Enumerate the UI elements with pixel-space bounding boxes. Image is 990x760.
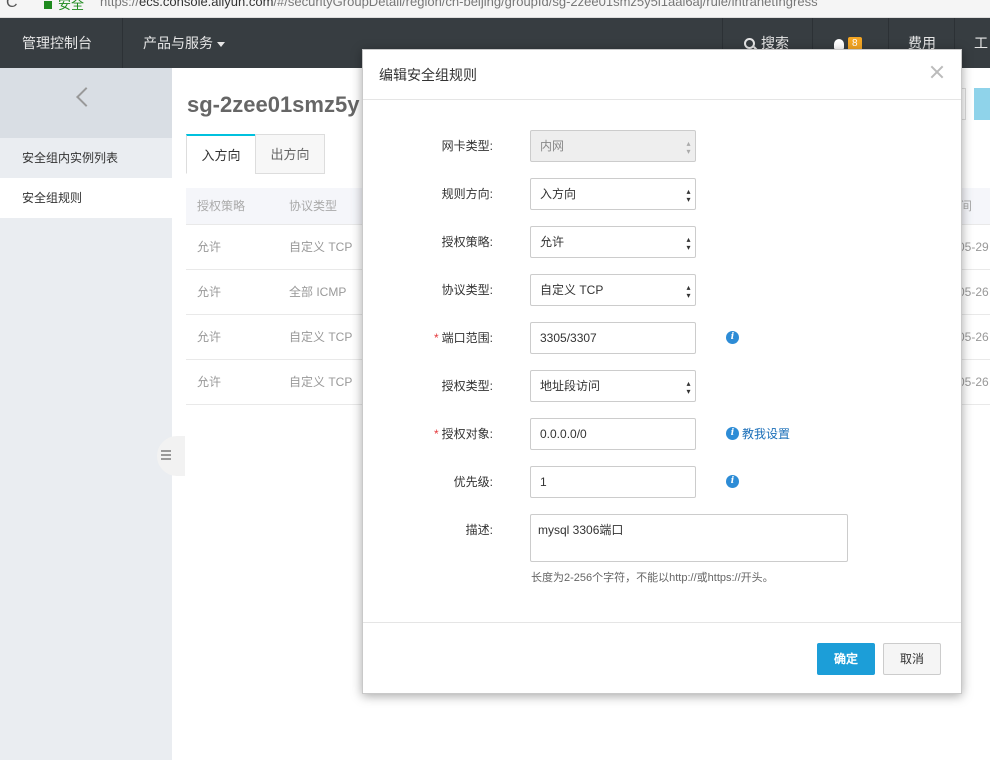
priority-row: 优先级: 1 i [363, 466, 961, 500]
protocol-cell: 全部 ICMP [289, 285, 347, 299]
port-range-input[interactable]: 3305/3307 [530, 322, 696, 354]
secure-indicator: 安全 [44, 0, 84, 13]
dialog-title: 编辑安全组规则 [379, 67, 477, 83]
column-header: 协议类型 [289, 199, 338, 213]
cancel-button[interactable]: 取消 [883, 643, 941, 675]
auth-type-row: 授权类型: 地址段访问 [363, 370, 961, 404]
auth-type-label: 授权类型: [441, 379, 493, 393]
chevron-down-icon [217, 41, 225, 47]
page-title: sg-2zee01smz5y [187, 92, 360, 117]
port-range-row: * 端口范围: 3305/3307 i [363, 322, 961, 356]
sidebar-item-rules[interactable]: 安全组规则 [0, 178, 172, 218]
more-menu[interactable]: 工 [974, 18, 988, 68]
reload-icon[interactable]: C [6, 0, 18, 12]
nic-type-row: 网卡类型: 内网 [363, 130, 961, 164]
time-cell: 05-26 [958, 375, 989, 389]
search-icon [744, 38, 755, 49]
priority-input[interactable]: 1 [530, 466, 696, 498]
browser-url-bar: C 安全 https://ecs.console.aliyun.com/#/se… [0, 0, 990, 18]
protocol-row: 协议类型: 自定义 TCP [363, 274, 961, 308]
nic-type-select: 内网 [530, 130, 696, 162]
protocol-cell: 自定义 TCP [289, 375, 353, 389]
dialog-header: 编辑安全组规则 [363, 50, 961, 100]
description-hint: 长度为2-256个字符，不能以http://或https://开头。 [531, 572, 774, 584]
policy-select[interactable]: 允许 [530, 226, 696, 258]
description-row: 描述: mysql 3306端口 长度为2-256个字符，不能以http://或… [363, 514, 961, 594]
protocol-cell: 自定义 TCP [289, 240, 353, 254]
auth-object-label: * 授权对象: [433, 427, 493, 441]
time-cell: 05-29 [958, 240, 989, 254]
url-field[interactable]: https://ecs.console.aliyun.com/#/securit… [100, 0, 818, 9]
chevron-left-icon [76, 87, 96, 107]
auth-object-row: * 授权对象: 0.0.0.0/0 i 教我设置 [363, 418, 961, 452]
tab-egress[interactable]: 出方向 [255, 134, 325, 174]
help-setup-link[interactable]: 教我设置 [742, 418, 790, 450]
policy-row: 授权策略: 允许 [363, 226, 961, 260]
toolbar-primary-button[interactable] [974, 88, 990, 120]
priority-label: 优先级: [453, 475, 493, 489]
direction-row: 规则方向: 入方向 [363, 178, 961, 212]
lock-icon [44, 1, 52, 9]
sidebar-item-instances[interactable]: 安全组内实例列表 [0, 138, 172, 178]
info-icon: i [726, 427, 739, 440]
bell-icon [834, 39, 844, 49]
protocol-cell: 自定义 TCP [289, 330, 353, 344]
description-textarea[interactable]: mysql 3306端口 [530, 514, 848, 562]
required-marker: * [433, 427, 439, 441]
policy-cell: 允许 [197, 285, 222, 299]
required-marker: * [433, 331, 439, 345]
auth-type-select[interactable]: 地址段访问 [530, 370, 696, 402]
confirm-button[interactable]: 确定 [817, 643, 875, 675]
protocol-label: 协议类型: [441, 283, 493, 297]
sidebar: 安全组内实例列表 安全组规则 [0, 68, 172, 760]
column-header: 授权策略 [197, 199, 246, 213]
edit-rule-dialog: 编辑安全组规则 网卡类型: 内网 规则方向: 入方向 授权策略: 允许 协议类型… [362, 49, 962, 694]
menu-icon [161, 450, 171, 452]
policy-cell: 允许 [197, 330, 222, 344]
description-label: 描述: [465, 523, 493, 537]
policy-cell: 允许 [197, 375, 222, 389]
products-menu[interactable]: 产品与服务 [143, 18, 225, 68]
policy-label: 授权策略: [441, 235, 493, 249]
time-cell: 05-26 [958, 285, 989, 299]
info-icon[interactable]: i [726, 331, 739, 344]
console-home-link[interactable]: 管理控制台 [22, 18, 92, 68]
protocol-select[interactable]: 自定义 TCP [530, 274, 696, 306]
direction-select[interactable]: 入方向 [530, 178, 696, 210]
tab-ingress[interactable]: 入方向 [186, 134, 256, 174]
direction-label: 规则方向: [441, 187, 493, 201]
port-range-label: * 端口范围: [433, 331, 493, 345]
info-icon[interactable]: i [726, 475, 739, 488]
dialog-footer: 确定 取消 [363, 622, 961, 694]
close-icon[interactable] [929, 64, 945, 80]
nav-divider [122, 18, 123, 68]
nic-type-label: 网卡类型: [441, 139, 493, 153]
auth-object-input[interactable]: 0.0.0.0/0 [530, 418, 696, 450]
policy-cell: 允许 [197, 240, 222, 254]
back-button[interactable] [0, 68, 172, 138]
time-cell: 05-26 [958, 330, 989, 344]
